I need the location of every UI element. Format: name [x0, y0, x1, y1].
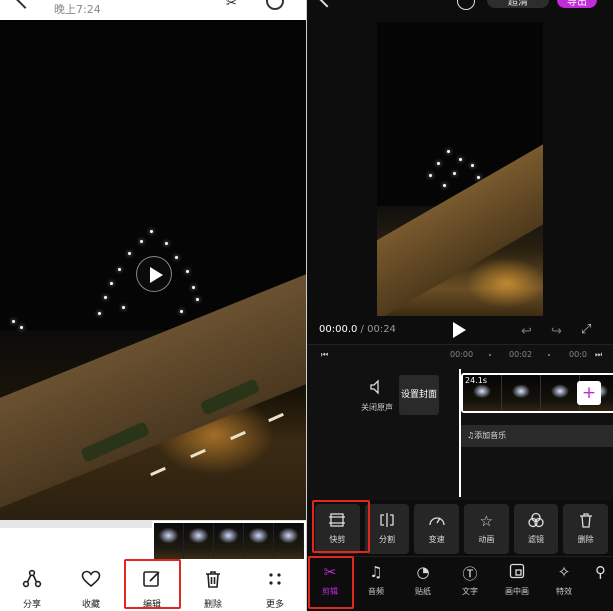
skip-to-start-icon[interactable]: ⏮: [321, 350, 328, 360]
text-icon: Ⓣ: [462, 565, 478, 583]
timeline[interactable]: ⏮ 00:00 00:02 00:0 ⏭ 关闭原声 设置封面 24.1s + ♫…: [307, 344, 613, 500]
share-button[interactable]: 分享: [2, 561, 62, 611]
speed-icon: [414, 512, 459, 530]
music-icon: ♫: [369, 563, 383, 581]
timecode: 00:00.0 / 00:24: [319, 324, 396, 335]
delete-button[interactable]: 删除: [183, 561, 243, 611]
pip-icon: [494, 563, 540, 583]
export-button[interactable]: 导出: [557, 0, 597, 8]
back-arrow-icon[interactable]: [15, 0, 35, 9]
photo-timestamp: 晚上7:24: [54, 3, 101, 16]
mute-original-audio-button[interactable]: 关闭原声: [351, 379, 403, 413]
undo-icon[interactable]: ↩: [521, 324, 532, 339]
play-button[interactable]: [136, 256, 172, 292]
clip-duration: 24.1s: [465, 376, 487, 385]
video-preview[interactable]: [377, 22, 543, 316]
more-button[interactable]: 更多: [245, 561, 305, 611]
split-button[interactable]: 分割: [364, 504, 410, 554]
play-icon[interactable]: [453, 322, 466, 338]
tab-audio[interactable]: ♫ 音频: [353, 557, 399, 611]
tab-picture-in-picture[interactable]: 画中画: [494, 557, 540, 611]
more-icon: [245, 569, 305, 595]
playhead[interactable]: [459, 369, 461, 497]
video-photo[interactable]: [0, 20, 306, 520]
delete-clip-button[interactable]: 删除: [563, 504, 609, 554]
help-icon[interactable]: [457, 0, 475, 10]
redo-icon[interactable]: ↪: [551, 324, 562, 339]
clip-tab-highlight-box: [308, 556, 354, 609]
gallery-viewer: 晚上7:24 ✂ 分享 收藏 编辑 删除 更多: [0, 0, 306, 611]
info-icon[interactable]: [266, 0, 284, 10]
sticker-icon: ◔: [416, 563, 430, 581]
tab-effects[interactable]: ✧ 特效: [541, 557, 587, 611]
speed-button[interactable]: 变速: [414, 504, 460, 554]
video-editor: 超清 导出 00:00.0 / 00:24 ↩ ↪ ⤢ ⏮ 00:00 00:0…: [307, 0, 613, 611]
heart-icon: [61, 569, 121, 595]
set-cover-button[interactable]: 设置封面: [399, 375, 439, 415]
skip-to-end-icon[interactable]: ⏭: [595, 350, 602, 360]
tab-more-cutoff[interactable]: ⚲: [588, 557, 613, 611]
gallery-top-bar: 晚上7:24 ✂: [0, 0, 306, 20]
city-night-scene: [0, 240, 306, 520]
filter-button[interactable]: 滤镜: [513, 504, 559, 554]
edit-highlight-box: [124, 559, 181, 609]
add-music-track[interactable]: ♫添加音乐: [461, 425, 613, 447]
back-arrow-icon[interactable]: [318, 0, 336, 8]
effects-icon: ✧: [557, 563, 571, 581]
speaker-icon: [369, 379, 385, 399]
add-clip-button[interactable]: +: [577, 381, 601, 405]
tab-sticker[interactable]: ◔ 贴纸: [400, 557, 446, 611]
more-tool-icon: ⚲: [595, 563, 606, 581]
scissors-icon[interactable]: ✂: [226, 0, 237, 11]
video-filmstrip[interactable]: [152, 521, 306, 561]
tab-text[interactable]: Ⓣ 文字: [447, 557, 493, 611]
quick-cut-highlight-box: [312, 500, 370, 553]
time-ruler: ⏮ 00:00 00:02 00:0 ⏭: [321, 350, 603, 360]
filter-icon: [514, 512, 559, 530]
animation-icon: ☆: [479, 512, 494, 530]
city-night-scene: [377, 118, 543, 316]
favorite-button[interactable]: 收藏: [61, 561, 121, 611]
split-icon: [365, 512, 410, 530]
share-icon: [2, 569, 62, 595]
animation-button[interactable]: ☆ 动画: [464, 504, 509, 554]
resolution-button[interactable]: 超清: [487, 0, 549, 8]
fullscreen-icon[interactable]: ⤢: [581, 322, 591, 337]
trash-icon: [563, 512, 608, 530]
trash-icon: [183, 569, 243, 595]
playback-bar: 00:00.0 / 00:24 ↩ ↪ ⤢: [307, 318, 613, 344]
